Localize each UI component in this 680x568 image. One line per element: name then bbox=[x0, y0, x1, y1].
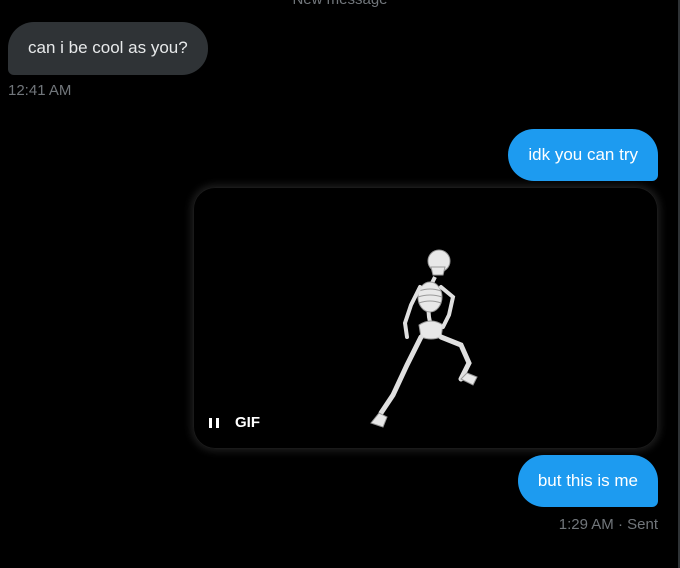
gif-controls: GIF bbox=[207, 414, 260, 432]
dancing-skeleton-gif bbox=[370, 249, 478, 428]
new-message-divider: New message bbox=[0, 0, 680, 9]
status-separator: · bbox=[617, 516, 623, 533]
dm-conversation: New message can i be cool as you? 12:41 … bbox=[0, 0, 680, 568]
received-message-bubble[interactable]: can i be cool as you? bbox=[8, 22, 208, 75]
received-message-time: 12:41 AM bbox=[8, 82, 72, 99]
sent-message-time: 1:29 AM bbox=[558, 516, 614, 533]
sent-message-status: 1:29 AM · Sent bbox=[559, 516, 658, 534]
gif-media[interactable]: GIF bbox=[193, 187, 658, 449]
gif-badge: GIF bbox=[235, 414, 260, 431]
pause-icon[interactable] bbox=[207, 416, 221, 430]
delivery-status: Sent bbox=[627, 516, 658, 533]
sent-message-bubble[interactable]: but this is me bbox=[517, 455, 658, 507]
sent-message-bubble[interactable]: idk you can try bbox=[508, 129, 658, 181]
